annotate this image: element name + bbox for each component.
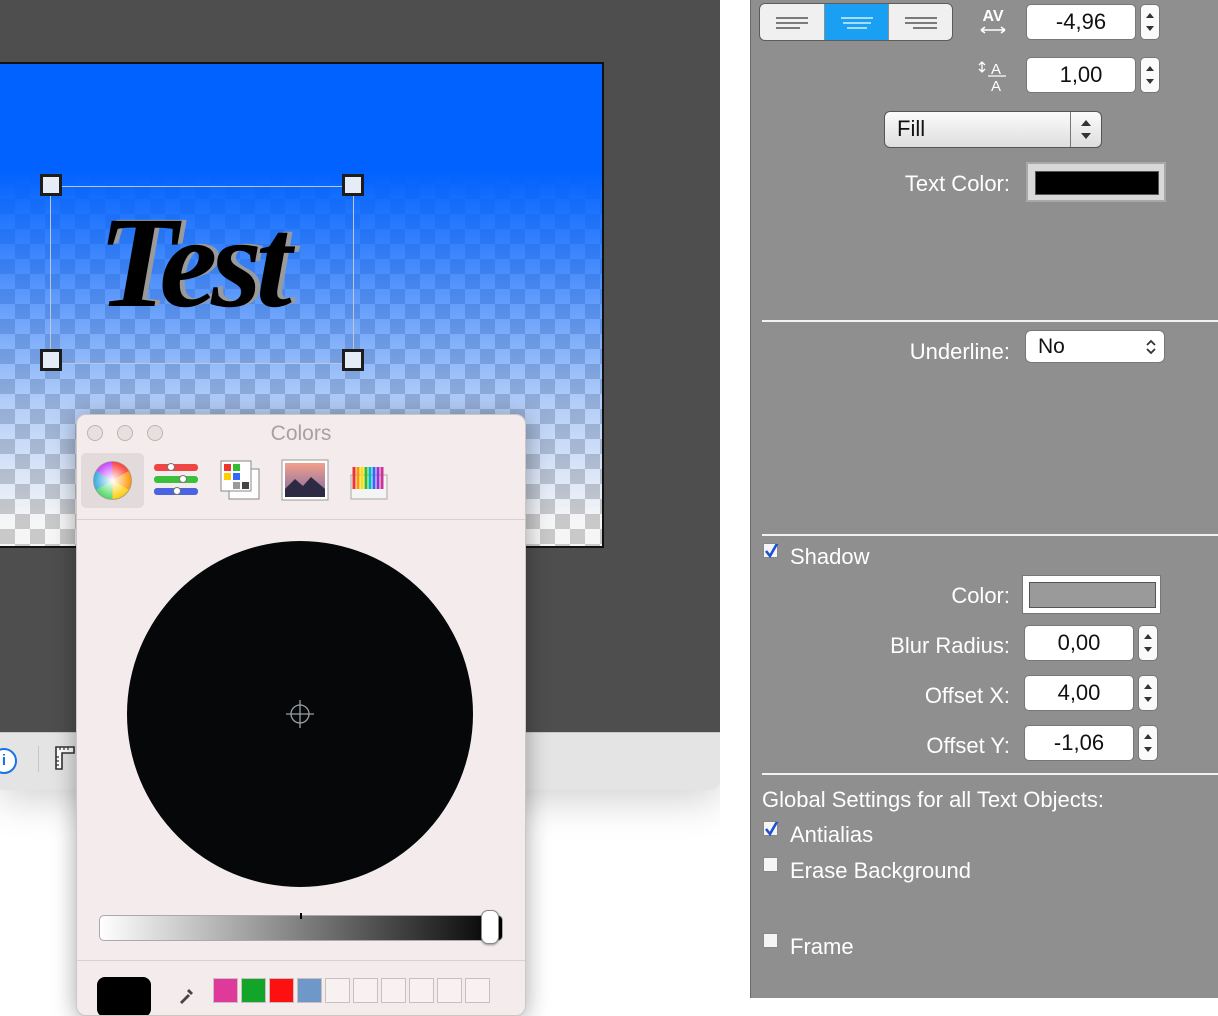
line-spacing-stepper[interactable] (1140, 57, 1160, 93)
shadow-color-label: Color: (951, 583, 1010, 608)
resize-handle-top-left[interactable] (40, 174, 62, 196)
tab-color-wheel[interactable] (81, 453, 144, 508)
text-color-label: Text Color: (904, 171, 1010, 196)
panel-title: Colors (270, 422, 332, 445)
offset-x-stepper[interactable] (1138, 675, 1158, 711)
align-left-icon (776, 17, 808, 29)
text-color-well[interactable] (1026, 162, 1166, 202)
svg-text:AV: AV (982, 8, 1003, 25)
fill-mode-value: Fill (897, 116, 926, 141)
resize-handle-top-right[interactable] (342, 174, 364, 196)
global-settings-title: Global Settings for all Text Objects: (762, 787, 1104, 812)
align-center-icon (841, 17, 873, 29)
underline-value: No (1038, 335, 1065, 358)
frame-checkbox[interactable] (763, 933, 778, 948)
color-swatch[interactable] (409, 978, 434, 1003)
character-spacing-stepper[interactable] (1140, 4, 1160, 40)
color-swatch[interactable] (465, 978, 490, 1003)
alignment-segmented-control (759, 3, 953, 41)
line-spacing-field[interactable]: 1,00 (1026, 57, 1136, 93)
fill-mode-popup[interactable]: Fill (884, 111, 1102, 148)
blur-radius-label: Blur Radius: (890, 633, 1010, 658)
underline-label: Underline: (909, 339, 1010, 364)
crosshair-icon[interactable] (286, 700, 314, 728)
stepper-arrows-icon (1144, 734, 1152, 752)
resize-handle-bottom-right[interactable] (342, 349, 364, 371)
offset-y-stepper[interactable] (1138, 725, 1158, 761)
eyedropper-icon[interactable] (177, 985, 197, 1005)
pencils-icon[interactable] (349, 459, 389, 501)
align-center-button[interactable] (824, 4, 889, 40)
erase-background-checkbox[interactable] (763, 857, 778, 872)
color-swatch[interactable] (353, 978, 378, 1003)
popup-arrows (1070, 112, 1101, 147)
image-palettes-icon[interactable] (281, 459, 329, 501)
slider-midpoint-tick (300, 913, 302, 919)
shadow-color-well[interactable] (1022, 575, 1161, 614)
blur-radius-field[interactable]: 0,00 (1024, 625, 1134, 661)
color-swatch[interactable] (437, 978, 462, 1003)
color-swatch[interactable] (241, 978, 266, 1003)
checkmark-icon (764, 541, 780, 559)
brightness-slider-knob[interactable] (481, 910, 499, 944)
shadow-checkbox[interactable] (763, 541, 780, 559)
color-swatch[interactable] (213, 978, 238, 1003)
popup-arrows-icon (1081, 120, 1091, 139)
bar-divider (38, 746, 39, 772)
color-swatch[interactable] (381, 978, 406, 1003)
shadow-color-fill (1029, 582, 1156, 608)
stepper-arrows-icon (1144, 634, 1152, 652)
colors-panel: Colors (76, 414, 526, 1016)
text-color-fill (1035, 171, 1159, 195)
panel-divider (77, 519, 525, 520)
resize-handle-bottom-left[interactable] (40, 349, 62, 371)
section-divider (762, 320, 1218, 322)
align-right-icon (905, 17, 937, 29)
color-wheel-icon (93, 461, 132, 500)
antialias-checkbox[interactable] (763, 819, 780, 837)
ruler-icon[interactable] (54, 745, 76, 771)
text-inspector (750, 0, 1218, 998)
erase-background-label: Erase Background (790, 858, 971, 883)
color-palettes-icon[interactable] (219, 459, 261, 501)
window-gap (720, 0, 750, 998)
shadow-label: Shadow (790, 544, 870, 569)
character-spacing-field[interactable]: -4,96 (1026, 4, 1136, 40)
blur-radius-stepper[interactable] (1138, 625, 1158, 661)
color-swatch[interactable] (269, 978, 294, 1003)
svg-text:A: A (991, 78, 1001, 94)
stepper-arrows-icon (1146, 13, 1154, 31)
section-divider (762, 534, 1218, 536)
offset-y-field[interactable]: -1,06 (1024, 725, 1134, 761)
offset-y-label: Offset Y: (926, 733, 1010, 758)
color-swatch[interactable] (297, 978, 322, 1003)
align-right-button[interactable] (888, 4, 952, 40)
character-spacing-icon: AV (980, 8, 1006, 34)
chevron-updown-icon (1146, 339, 1156, 355)
offset-x-label: Offset X: (924, 683, 1010, 708)
current-color-swatch[interactable] (97, 977, 151, 1015)
offset-x-field[interactable]: 4,00 (1024, 675, 1134, 711)
stepper-arrows-icon (1144, 684, 1152, 702)
line-spacing-icon: A A (978, 61, 1006, 94)
color-swatch[interactable] (325, 978, 350, 1003)
section-divider (762, 773, 1218, 775)
frame-label: Frame (790, 934, 854, 959)
antialias-label: Antialias (790, 822, 874, 847)
checkmark-icon (764, 819, 780, 837)
panel-divider (77, 960, 525, 961)
color-sliders-icon[interactable] (153, 461, 199, 499)
underline-popup[interactable]: No (1025, 330, 1165, 363)
align-left-button[interactable] (760, 4, 824, 40)
stepper-arrows-icon (1146, 66, 1154, 84)
text-object[interactable]: Test (98, 198, 292, 328)
